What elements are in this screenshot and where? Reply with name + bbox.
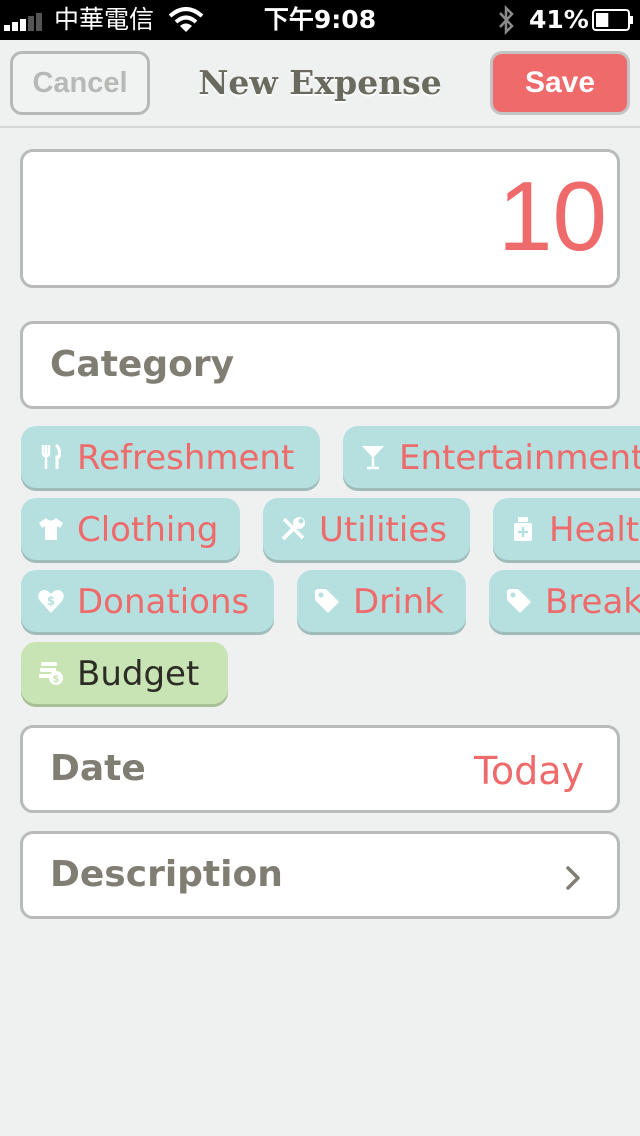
bluetooth-icon (499, 4, 514, 36)
chip-health[interactable]: Health (493, 498, 640, 560)
status-bar: 中華電信 下午9:08 41% (0, 0, 640, 40)
chip-label: Utilities (319, 510, 447, 550)
amount-field[interactable]: 10 (20, 149, 620, 288)
medicine-bottle-icon (514, 517, 532, 541)
date-field[interactable]: Date Today (20, 725, 620, 813)
svg-text:$: $ (53, 674, 60, 685)
category-chips: Refreshment Entertainment Clothing Utili… (0, 426, 640, 716)
chip-clothing[interactable]: Clothing (21, 498, 240, 560)
chip-label: Health (549, 510, 640, 550)
chip-label: Refreshment (77, 438, 295, 478)
chip-drink[interactable]: Drink (297, 570, 466, 632)
chip-breakfast[interactable]: Breakfast (489, 570, 640, 632)
chip-donations[interactable]: $ Donations (21, 570, 274, 632)
page-title: New Expense (198, 63, 442, 102)
battery-percent: 41% (529, 5, 589, 34)
date-value: Today (474, 749, 584, 793)
chip-label: Breakfast (545, 582, 640, 622)
amount-value: 10 (497, 161, 607, 271)
chip-budget[interactable]: $ Budget (21, 642, 228, 704)
utensils-icon (41, 443, 62, 469)
chip-label: Drink (353, 582, 444, 622)
description-label: Description (50, 854, 283, 895)
chip-label: Clothing (77, 510, 219, 550)
heart-dollar-icon: $ (38, 590, 64, 613)
save-button[interactable]: Save (490, 51, 630, 115)
tshirt-icon (39, 518, 63, 540)
svg-text:$: $ (47, 594, 55, 608)
chip-refreshment[interactable]: Refreshment (21, 426, 320, 488)
cancel-button[interactable]: Cancel (10, 51, 150, 115)
money-stack-icon: $ (39, 662, 63, 685)
cocktail-icon (362, 446, 384, 470)
chevron-right-icon (566, 866, 580, 890)
chip-utilities[interactable]: Utilities (263, 498, 470, 560)
description-field[interactable]: Description (20, 831, 620, 919)
tag-icon (507, 589, 531, 613)
category-field[interactable]: Category (20, 321, 620, 409)
chip-label: Entertainment (399, 438, 640, 478)
navigation-bar: Cancel New Expense Save (0, 40, 640, 128)
tag-icon (315, 589, 339, 613)
tools-icon (281, 517, 305, 541)
category-label: Category (50, 344, 235, 385)
chip-label: Budget (77, 654, 200, 694)
chip-entertainment[interactable]: Entertainment (343, 426, 640, 488)
date-label: Date (50, 748, 146, 789)
chip-label: Donations (77, 582, 250, 622)
battery-icon (592, 9, 633, 31)
